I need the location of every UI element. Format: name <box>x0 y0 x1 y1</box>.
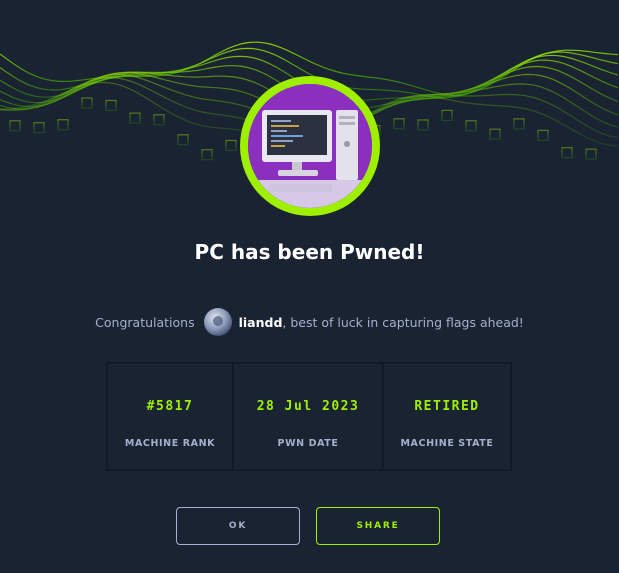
pwn-date-value: 28 Jul 2023 <box>256 399 360 414</box>
share-button[interactable]: SHARE <box>316 507 440 545</box>
congratulations-message: Congratulations liandd , best of luck in… <box>0 308 619 336</box>
user-avatar <box>203 308 232 336</box>
stat-machine-rank: #5817 MACHINE RANK <box>106 362 234 471</box>
machine-state-label: MACHINE STATE <box>400 438 494 449</box>
username[interactable]: liandd <box>239 315 283 330</box>
machine-rank-label: MACHINE RANK <box>124 438 216 449</box>
dialog-title: PC has been Pwned! <box>194 240 425 264</box>
congrats-prefix: Congratulations <box>95 314 195 330</box>
machine-avatar <box>240 76 380 216</box>
stat-pwn-date: 28 Jul 2023 PWN DATE <box>232 362 384 471</box>
stat-machine-state: RETIRED MACHINE STATE <box>382 362 512 471</box>
machine-rank-value: #5817 <box>146 399 194 414</box>
ok-button[interactable]: OK <box>176 507 300 545</box>
machine-state-value: RETIRED <box>414 399 480 414</box>
pwn-date-label: PWN DATE <box>277 438 339 449</box>
computer-workstation-icon <box>248 84 372 208</box>
stats-panel: #5817 MACHINE RANK 28 Jul 2023 PWN DATE … <box>106 362 512 471</box>
congrats-suffix: , best of luck in capturing flags ahead! <box>282 314 524 330</box>
